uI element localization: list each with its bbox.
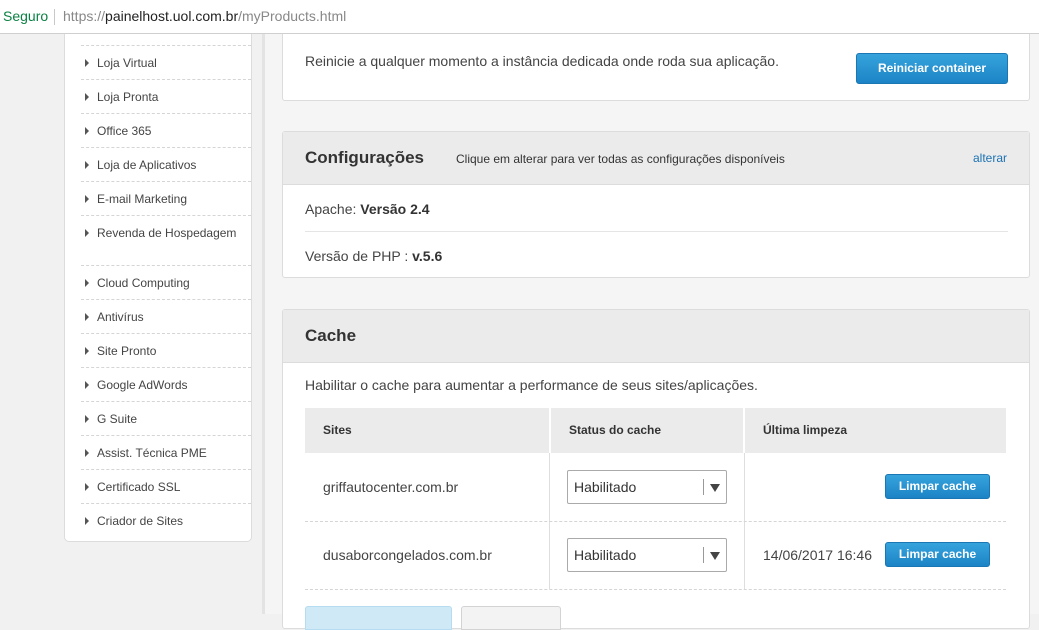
- chevron-down-icon: [710, 484, 720, 492]
- php-version-row: Versão de PHP : v.5.6: [305, 248, 442, 264]
- php-label: Versão de PHP :: [305, 248, 409, 264]
- address-separator: [54, 9, 55, 25]
- sidebar-item-label: G Suite: [97, 412, 138, 426]
- caret-right-icon: [85, 195, 89, 203]
- site-name: dusaborcongelados.com.br: [323, 547, 492, 563]
- config-panel: Configurações Clique em alterar para ver…: [282, 131, 1030, 278]
- sidebar-item-label: Cloud Computing: [97, 276, 190, 290]
- sidebar-item-loja-virtual[interactable]: Loja Virtual: [81, 45, 251, 80]
- sidebar-item-label: Google AdWords: [97, 378, 188, 392]
- sidebar-item-loja-de-aplicativos[interactable]: Loja de Aplicativos: [81, 147, 251, 182]
- table-header-cell: Última limpeza: [745, 408, 1006, 453]
- cache-header: Cache: [283, 310, 1029, 363]
- sidebar-item-label: Site Pronto: [97, 344, 157, 358]
- caret-right-icon: [85, 93, 89, 101]
- sidebar-item-label: Criador de Sites: [97, 514, 184, 528]
- save-button[interactable]: [305, 606, 452, 630]
- cache-status-select[interactable]: Habilitado: [567, 470, 727, 504]
- cache-status-value: Habilitado: [574, 479, 637, 495]
- caret-right-icon: [85, 381, 89, 389]
- site-name: griffautocenter.com.br: [323, 479, 459, 495]
- restart-description: Reinicie a qualquer momento a instância …: [305, 53, 779, 69]
- caret-right-icon: [85, 279, 89, 287]
- select-separator: [703, 479, 704, 495]
- table-row: griffautocenter.com.br Habilitado Limpar…: [305, 453, 1006, 521]
- chevron-down-icon: [710, 552, 720, 560]
- sidebar-item-label: Antivírus: [97, 310, 144, 324]
- sidebar-item-cloud-computing[interactable]: Cloud Computing: [81, 265, 251, 300]
- sidebar-item-label: Assist. Técnica PME: [97, 446, 207, 460]
- apache-version-row: Apache: Versão 2.4: [305, 201, 430, 217]
- cache-panel: Cache Habilitar o cache para aumentar a …: [282, 309, 1030, 630]
- url-path: /myProducts.html: [238, 8, 347, 24]
- caret-right-icon: [85, 127, 89, 135]
- table-header-cell: Sites: [305, 408, 549, 453]
- column-header-status: Status do cache: [569, 423, 662, 437]
- select-separator: [703, 547, 704, 563]
- sidebar-item-email-marketing[interactable]: E-mail Marketing: [81, 181, 251, 216]
- sidebar-item-label: Revenda de Hospedagem: [97, 226, 237, 240]
- sidebar-item-antivirus[interactable]: Antivírus: [81, 299, 251, 334]
- sidebar-item-certificado-ssl[interactable]: Certificado SSL: [81, 469, 251, 504]
- table-header-cell: Status do cache: [551, 408, 743, 453]
- sidebar-item-criador-de-sites[interactable]: Criador de Sites: [81, 503, 251, 538]
- security-label: Seguro: [3, 8, 49, 24]
- sidebar-item-label: E-mail Marketing: [97, 192, 188, 206]
- sidebar-item-office-365[interactable]: Office 365: [81, 113, 251, 148]
- config-title: Configurações: [305, 148, 425, 167]
- config-row-divider: [305, 231, 1008, 232]
- sidebar-item-label: Certificado SSL: [97, 480, 181, 494]
- apache-value: Versão 2.4: [360, 201, 430, 217]
- caret-right-icon: [85, 59, 89, 67]
- url-host: painelhost.uol.com.br: [105, 8, 239, 24]
- clear-cache-button[interactable]: Limpar cache: [885, 542, 990, 567]
- config-header: Configurações Clique em alterar para ver…: [283, 132, 1029, 185]
- sidebar-item-label: Loja Virtual: [97, 56, 157, 70]
- sidebar-item-label: Loja de Aplicativos: [97, 158, 197, 172]
- last-clear-date: 14/06/2017 16:46: [763, 547, 872, 563]
- config-subtitle: Clique em alterar para ver todas as conf…: [456, 152, 785, 166]
- php-value: v.5.6: [412, 248, 443, 264]
- cache-title: Cache: [305, 326, 357, 345]
- page-content: Loja Virtual Loja Pronta Office 365 Loja…: [0, 34, 1039, 630]
- row-divider: [305, 589, 1006, 590]
- address-bar[interactable]: Seguro https://painelhost.uol.com.br/myP…: [0, 0, 1039, 34]
- url-text[interactable]: https://painelhost.uol.com.br/myProducts…: [63, 0, 346, 33]
- url-scheme: https://: [63, 8, 106, 24]
- sidebar-item-loja-pronta[interactable]: Loja Pronta: [81, 79, 251, 114]
- caret-right-icon: [85, 313, 89, 321]
- apache-label: Apache:: [305, 201, 357, 217]
- cancel-button[interactable]: [461, 606, 561, 630]
- caret-right-icon: [85, 161, 89, 169]
- caret-right-icon: [85, 229, 89, 237]
- cache-status-select[interactable]: Habilitado: [567, 538, 727, 572]
- restart-container-button[interactable]: Reiniciar container: [856, 53, 1008, 84]
- sidebar-item-g-suite[interactable]: G Suite: [81, 401, 251, 436]
- caret-right-icon: [85, 483, 89, 491]
- table-row: dusaborcongelados.com.br Habilitado 14/0…: [305, 521, 1006, 589]
- sidebar-item-site-pronto[interactable]: Site Pronto: [81, 333, 251, 368]
- product-sidebar: Loja Virtual Loja Pronta Office 365 Loja…: [64, 34, 252, 542]
- clear-cache-button[interactable]: Limpar cache: [885, 474, 990, 499]
- cache-status-value: Habilitado: [574, 547, 637, 563]
- column-header-last-clear: Última limpeza: [763, 423, 848, 437]
- caret-right-icon: [85, 449, 89, 457]
- column-header-sites: Sites: [323, 423, 352, 437]
- sidebar-item-label: Office 365: [97, 124, 152, 138]
- sidebar-item-revenda-de-hospedagem[interactable]: Revenda de Hospedagem: [81, 215, 251, 266]
- sidebar-item-assist-tecnica-pme[interactable]: Assist. Técnica PME: [81, 435, 251, 470]
- cache-description: Habilitar o cache para aumentar a perfor…: [305, 377, 758, 393]
- caret-right-icon: [85, 415, 89, 423]
- config-edit-link[interactable]: alterar: [973, 151, 1007, 165]
- caret-right-icon: [85, 517, 89, 525]
- sidebar-item-label: Loja Pronta: [97, 90, 159, 104]
- restart-panel: Reinicie a qualquer momento a instância …: [282, 34, 1030, 101]
- sidebar-item-google-adwords[interactable]: Google AdWords: [81, 367, 251, 402]
- caret-right-icon: [85, 347, 89, 355]
